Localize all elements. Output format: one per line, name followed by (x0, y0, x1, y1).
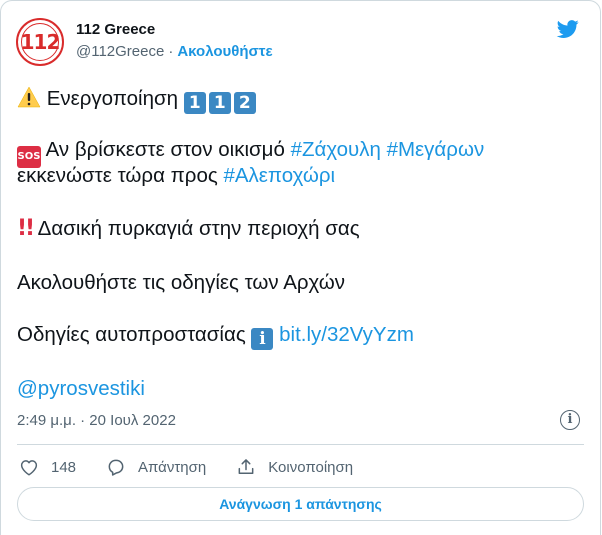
location-text: Αν βρίσκεστε στον οικισμό (45, 138, 285, 161)
follow-button[interactable]: Ακολουθήστε (177, 43, 272, 60)
author-handle[interactable]: @112Greece (76, 43, 164, 60)
selfprotection-text: Οδηγίες αυτοπροστασίας (17, 323, 246, 346)
warning-icon (17, 86, 41, 108)
author-name[interactable]: 112 Greece (76, 21, 155, 38)
handle-separator: · (168, 43, 174, 60)
read-replies-button[interactable]: Ανάγνωση 1 απάντησης (17, 487, 584, 521)
tweet-line-fire: !! Δασική πυρκαγιά στην περιοχή σας (17, 216, 360, 242)
share-button[interactable]: Κοινοποίηση (236, 457, 353, 477)
hashtag-megaron[interactable]: #Μεγάρων (387, 138, 485, 161)
divider (17, 444, 584, 445)
twitter-bird-icon[interactable] (556, 18, 580, 40)
share-label: Κοινοποίηση (268, 458, 354, 476)
shortlink[interactable]: bit.ly/32VyYzm (279, 323, 414, 346)
activation-text: Ενεργοποίηση (46, 87, 179, 110)
info-icon[interactable]: i (560, 410, 580, 430)
reply-label: Απάντηση (138, 458, 207, 476)
like-count: 148 (51, 458, 77, 476)
hashtag-alepochori[interactable]: #Αλεποχώρι (223, 164, 335, 187)
evacuate-text: εκκενώστε τώρα προς (17, 164, 218, 187)
keycap-digit-2: 2 (233, 92, 256, 114)
tweet-timestamp[interactable]: 2:49 μ.μ. · 20 Ιουλ 2022 (17, 412, 176, 429)
tweet-line-activation: Ενεργοποίηση 112 (17, 86, 259, 114)
reply-icon (108, 459, 124, 476)
heart-icon (20, 460, 38, 476)
avatar-logo-text: 112 (20, 30, 61, 54)
instructions-text: Ακολουθήστε τις οδηγίες των Αρχών (17, 271, 346, 294)
fire-text: Δασική πυρκαγιά στην περιοχή σας (37, 217, 360, 240)
tweet-line-mention: @pyrosvestiki (17, 376, 145, 402)
tweet-line-selfprotection: Οδηγίες αυτοπροστασίας i bit.ly/32VyYzm (17, 322, 414, 350)
keycap-digit-1b: 1 (208, 92, 231, 114)
hashtag-zachouli[interactable]: #Ζάχουλη (291, 138, 381, 161)
like-button[interactable]: 148 (19, 458, 76, 476)
tweet-line-evacuate: εκκενώστε τώρα προς #Αλεποχώρι (17, 163, 335, 189)
share-icon (238, 459, 254, 474)
tweet-line-instructions: Ακολουθήστε τις οδηγίες των Αρχών (17, 270, 345, 296)
information-icon: i (251, 328, 274, 350)
avatar[interactable]: 112 (16, 18, 64, 66)
action-bar: 148 Απάντηση Κοινοποίηση (19, 456, 383, 478)
reply-button[interactable]: Απάντηση (106, 457, 206, 477)
double-exclamation-icon: !! (17, 216, 35, 241)
author-handle-row: @112Greece · Ακολουθήστε (76, 43, 273, 60)
keycap-digit-1: 1 (183, 92, 206, 114)
tweet-card: 112 112 Greece @112Greece · Ακολουθήστε Εν… (0, 0, 601, 535)
mention-pyrosvestiki[interactable]: @pyrosvestiki (17, 377, 145, 400)
